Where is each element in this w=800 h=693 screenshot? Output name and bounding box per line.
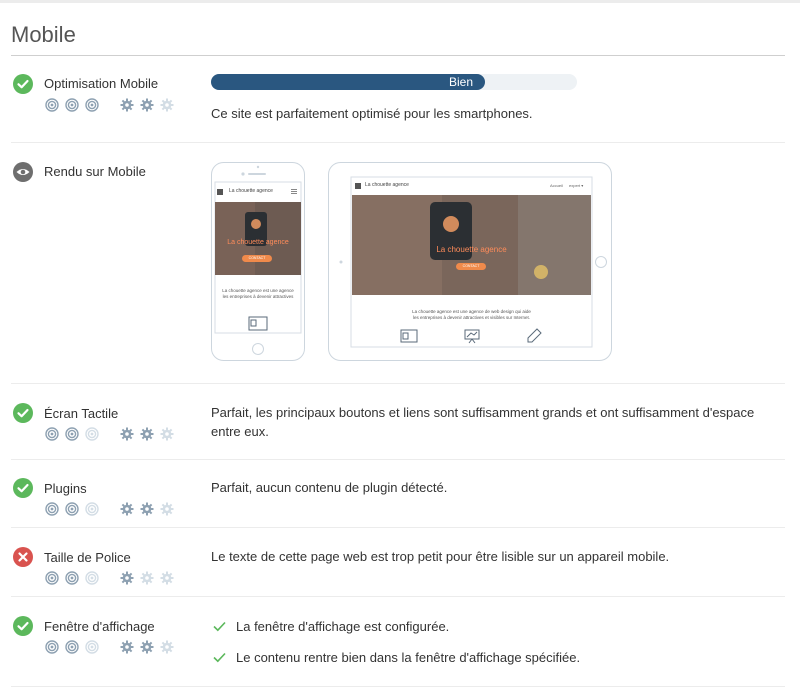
gear-icon-inactive — [160, 640, 174, 654]
row-label-plugins: Plugins — [44, 481, 87, 496]
importance-rating — [45, 571, 180, 585]
target-icon-active — [45, 98, 59, 112]
target-icon-active — [45, 640, 59, 654]
gear-icon-inactive — [160, 571, 174, 585]
gear-icon-active — [120, 571, 134, 585]
row-label-optimisation-mobile: Optimisation Mobile — [44, 76, 159, 91]
importance-rating — [45, 427, 180, 441]
gear-icon-active — [120, 427, 134, 441]
target-icon-active — [45, 571, 59, 585]
target-icon-inactive — [85, 502, 99, 516]
gear-icon-active — [120, 640, 134, 654]
row-divider — [11, 142, 785, 143]
tablet-nav-home[interactable]: Accueil — [550, 183, 563, 188]
tablet-brand: La chouette agence — [365, 182, 409, 188]
row-label-rendu-mobile: Rendu sur Mobile — [44, 164, 146, 179]
importance-rating — [45, 502, 180, 516]
target-icon-active — [65, 571, 79, 585]
phone-cta: CONTACT — [248, 256, 266, 260]
gear-icon-active — [140, 98, 154, 112]
check-icon — [13, 403, 33, 423]
tablet-preview: La chouette agence Accueil expert ▾ La c… — [328, 162, 612, 361]
target-icon-active — [85, 98, 99, 112]
progress-fill: Bien — [211, 74, 485, 90]
row-divider — [11, 459, 785, 460]
row-label-fenetre-affichage: Fenêtre d'affichage — [44, 619, 155, 634]
title-divider — [11, 55, 785, 56]
small-check-icon — [213, 621, 226, 632]
top-border — [0, 0, 800, 3]
tablet-nav-expert[interactable]: expert ▾ — [569, 183, 583, 188]
small-check-icon — [213, 652, 226, 663]
phone-text-2: les entreprises à devenir attractives — [222, 294, 294, 299]
target-icon-active — [45, 502, 59, 516]
x-icon — [13, 547, 33, 567]
row-description: Le texte de cette page web est trop peti… — [211, 549, 670, 564]
row-description: Ce site est parfaitement optimisé pour l… — [211, 106, 533, 121]
target-icon-active — [45, 427, 59, 441]
target-icon-inactive — [85, 571, 99, 585]
phone-hero-title: La chouette agence — [227, 239, 289, 246]
gear-icon-active — [140, 427, 154, 441]
viewport-check-2: Le contenu rentre bien dans la fenêtre d… — [213, 650, 580, 665]
target-icon-active — [65, 502, 79, 516]
gear-icon-inactive — [160, 427, 174, 441]
gear-icon-active — [120, 98, 134, 112]
gear-icon-active — [140, 640, 154, 654]
gear-icon-active — [140, 502, 154, 516]
score-progress-bar: Bien — [211, 74, 577, 90]
row-label-taille-police: Taille de Police — [44, 550, 131, 565]
row-description: Parfait, les principaux boutons et liens… — [211, 405, 755, 439]
target-icon-active — [65, 427, 79, 441]
tablet-cta: CONTACT — [462, 264, 480, 268]
gear-icon-active — [120, 502, 134, 516]
phone-brand: La chouette agence — [229, 188, 273, 194]
importance-rating — [45, 640, 180, 654]
tablet-hero-title: La chouette agence — [436, 245, 507, 254]
target-icon-inactive — [85, 427, 99, 441]
row-description: Parfait, aucun contenu de plugin détecté… — [211, 480, 448, 495]
check-icon — [13, 616, 33, 636]
eye-icon — [13, 162, 33, 182]
viewport-check-text: Le contenu rentre bien dans la fenêtre d… — [236, 650, 581, 665]
viewport-check-1: La fenêtre d'affichage est configurée. — [213, 619, 449, 634]
gear-icon-inactive — [160, 98, 174, 112]
row-label-ecran-tactile: Écran Tactile — [44, 406, 119, 421]
row-divider — [11, 383, 785, 384]
row-divider — [11, 527, 785, 528]
importance-rating — [45, 98, 180, 112]
row-divider — [11, 596, 785, 597]
tablet-text-2: les entreprises à devenir attractives et… — [412, 315, 531, 320]
check-icon — [13, 74, 33, 94]
section-title: Mobile — [11, 22, 76, 47]
gear-icon-inactive — [160, 502, 174, 516]
viewport-check-text: La fenêtre d'affichage est configurée. — [236, 619, 450, 634]
gear-icon-inactive — [140, 571, 154, 585]
row-divider — [11, 686, 785, 687]
target-icon-active — [65, 640, 79, 654]
phone-preview: La chouette agence La chouette agence CO… — [211, 162, 305, 361]
progress-label: Bien — [448, 75, 473, 89]
target-icon-active — [65, 98, 79, 112]
check-icon — [13, 478, 33, 498]
target-icon-inactive — [85, 640, 99, 654]
